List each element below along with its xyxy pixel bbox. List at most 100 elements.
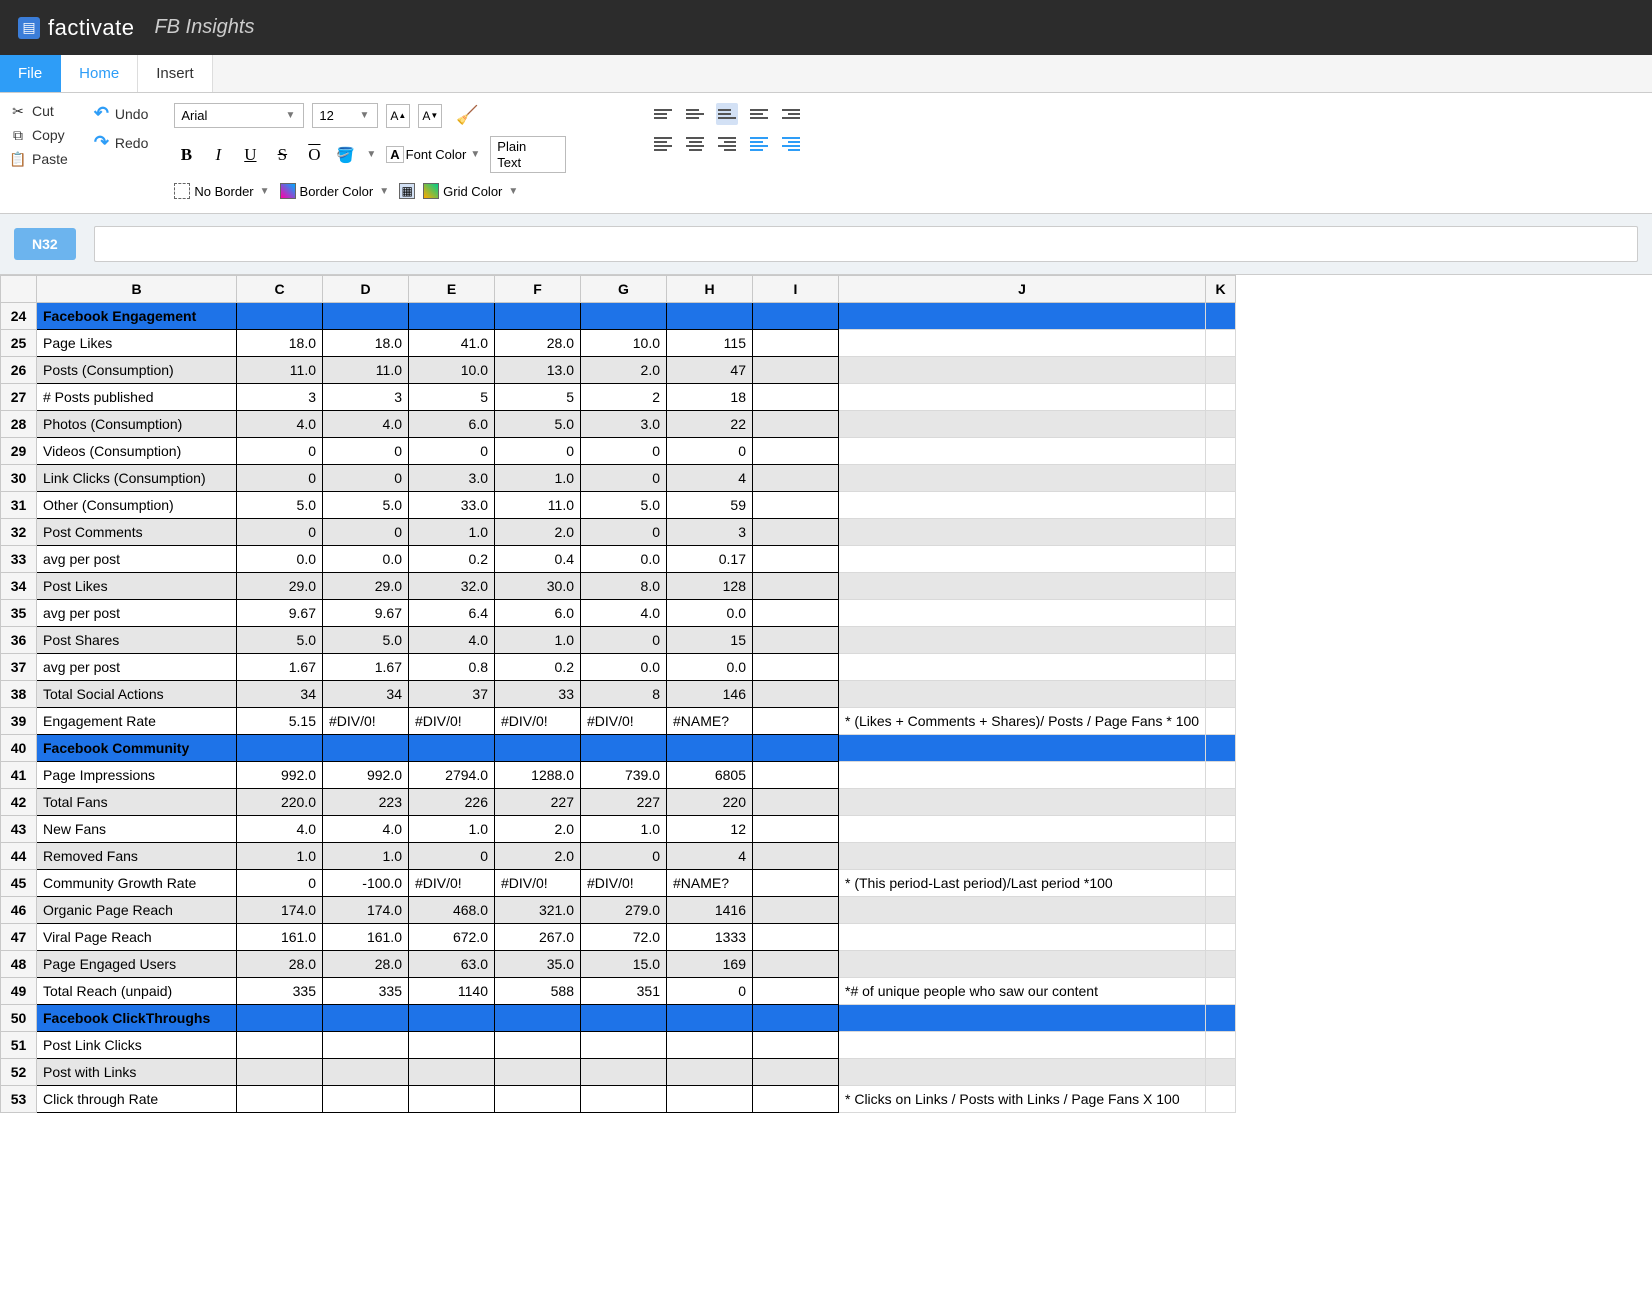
cell[interactable]: 2.0 [495, 843, 581, 870]
merge-right-button[interactable] [780, 133, 802, 155]
cell[interactable] [495, 1059, 581, 1086]
cell[interactable]: Photos (Consumption) [37, 411, 237, 438]
valign-bottom-button[interactable] [716, 103, 738, 125]
cell[interactable]: 0 [323, 519, 409, 546]
cell[interactable]: Facebook ClickThroughs [37, 1005, 237, 1032]
cell[interactable] [495, 303, 581, 330]
cell[interactable]: 5.0 [581, 492, 667, 519]
cell[interactable]: #NAME? [667, 708, 753, 735]
row-hdr[interactable]: 41 [1, 762, 37, 789]
col-hdr-I[interactable]: I [753, 276, 839, 303]
cell[interactable]: 226 [409, 789, 495, 816]
cell[interactable]: 0 [237, 870, 323, 897]
underline-button[interactable]: U [238, 143, 262, 167]
cell[interactable] [1206, 411, 1236, 438]
cell[interactable] [839, 438, 1206, 465]
row-hdr[interactable]: 48 [1, 951, 37, 978]
cell[interactable]: 227 [581, 789, 667, 816]
cell[interactable]: 29.0 [237, 573, 323, 600]
cell[interactable]: 18.0 [237, 330, 323, 357]
cell[interactable]: 32.0 [409, 573, 495, 600]
cell[interactable]: 3 [237, 384, 323, 411]
cell[interactable]: 47 [667, 357, 753, 384]
cell[interactable]: 0 [237, 438, 323, 465]
cell[interactable]: 992.0 [323, 762, 409, 789]
cell[interactable]: 1333 [667, 924, 753, 951]
row-hdr[interactable]: 53 [1, 1086, 37, 1113]
row-hdr[interactable]: 32 [1, 519, 37, 546]
cell[interactable]: 161.0 [237, 924, 323, 951]
cell[interactable] [753, 627, 839, 654]
grid-color-button[interactable]: Grid Color ▼ [423, 183, 520, 199]
cell[interactable] [839, 627, 1206, 654]
cell[interactable] [839, 654, 1206, 681]
cell[interactable]: 13.0 [495, 357, 581, 384]
row-hdr[interactable]: 50 [1, 1005, 37, 1032]
cell[interactable] [1206, 897, 1236, 924]
row-hdr[interactable]: 45 [1, 870, 37, 897]
cell[interactable]: 0 [237, 465, 323, 492]
cell[interactable] [323, 735, 409, 762]
cell[interactable]: 0 [323, 438, 409, 465]
cell[interactable]: Engagement Rate [37, 708, 237, 735]
cell[interactable]: 15 [667, 627, 753, 654]
cell[interactable] [495, 1086, 581, 1113]
cell[interactable]: 220.0 [237, 789, 323, 816]
col-hdr-H[interactable]: H [667, 276, 753, 303]
cell[interactable] [839, 681, 1206, 708]
chevron-down-icon[interactable]: ▼ [364, 149, 378, 160]
halign-right-button[interactable] [716, 133, 738, 155]
cell[interactable]: 0 [323, 465, 409, 492]
cell[interactable]: 115 [667, 330, 753, 357]
cell[interactable]: 30.0 [495, 573, 581, 600]
cell[interactable]: 4.0 [323, 816, 409, 843]
col-hdr-E[interactable]: E [409, 276, 495, 303]
cell[interactable] [839, 357, 1206, 384]
grid-toggle-button[interactable]: ▦ [399, 183, 415, 199]
row-hdr[interactable]: 46 [1, 897, 37, 924]
cell[interactable]: 33 [495, 681, 581, 708]
cell[interactable]: 468.0 [409, 897, 495, 924]
cell[interactable]: 0 [237, 519, 323, 546]
cell[interactable]: Posts (Consumption) [37, 357, 237, 384]
cell[interactable]: 12 [667, 816, 753, 843]
cell[interactable] [667, 303, 753, 330]
cell[interactable] [237, 1005, 323, 1032]
cell[interactable] [409, 1086, 495, 1113]
cell[interactable]: 18 [667, 384, 753, 411]
cell[interactable]: avg per post [37, 600, 237, 627]
row-hdr[interactable]: 38 [1, 681, 37, 708]
cell[interactable]: Page Likes [37, 330, 237, 357]
cell[interactable]: 41.0 [409, 330, 495, 357]
cell[interactable]: 1.0 [409, 519, 495, 546]
cell[interactable]: 0 [409, 438, 495, 465]
cell[interactable]: 4.0 [581, 600, 667, 627]
row-hdr[interactable]: 27 [1, 384, 37, 411]
cell[interactable] [581, 1059, 667, 1086]
cell[interactable]: 0.4 [495, 546, 581, 573]
cell[interactable] [839, 1059, 1206, 1086]
border-color-button[interactable]: Border Color ▼ [280, 183, 392, 199]
cell[interactable]: 3.0 [581, 411, 667, 438]
cell[interactable]: New Fans [37, 816, 237, 843]
cell[interactable]: 37 [409, 681, 495, 708]
cell[interactable]: 5.0 [237, 492, 323, 519]
col-hdr-F[interactable]: F [495, 276, 581, 303]
cell[interactable] [581, 1086, 667, 1113]
cell[interactable]: 1288.0 [495, 762, 581, 789]
cell[interactable]: 2.0 [495, 816, 581, 843]
cell[interactable]: 220 [667, 789, 753, 816]
cell[interactable] [581, 1032, 667, 1059]
cell[interactable] [1206, 924, 1236, 951]
col-hdr-C[interactable]: C [237, 276, 323, 303]
cell[interactable]: 3 [667, 519, 753, 546]
valign-middle-button[interactable] [684, 103, 706, 125]
cell[interactable]: 1.0 [409, 816, 495, 843]
cell[interactable]: Post Link Clicks [37, 1032, 237, 1059]
cell[interactable] [753, 411, 839, 438]
cell[interactable] [1206, 492, 1236, 519]
cell[interactable] [839, 816, 1206, 843]
cell[interactable] [753, 681, 839, 708]
row-hdr[interactable]: 24 [1, 303, 37, 330]
cell[interactable]: 0.0 [237, 546, 323, 573]
